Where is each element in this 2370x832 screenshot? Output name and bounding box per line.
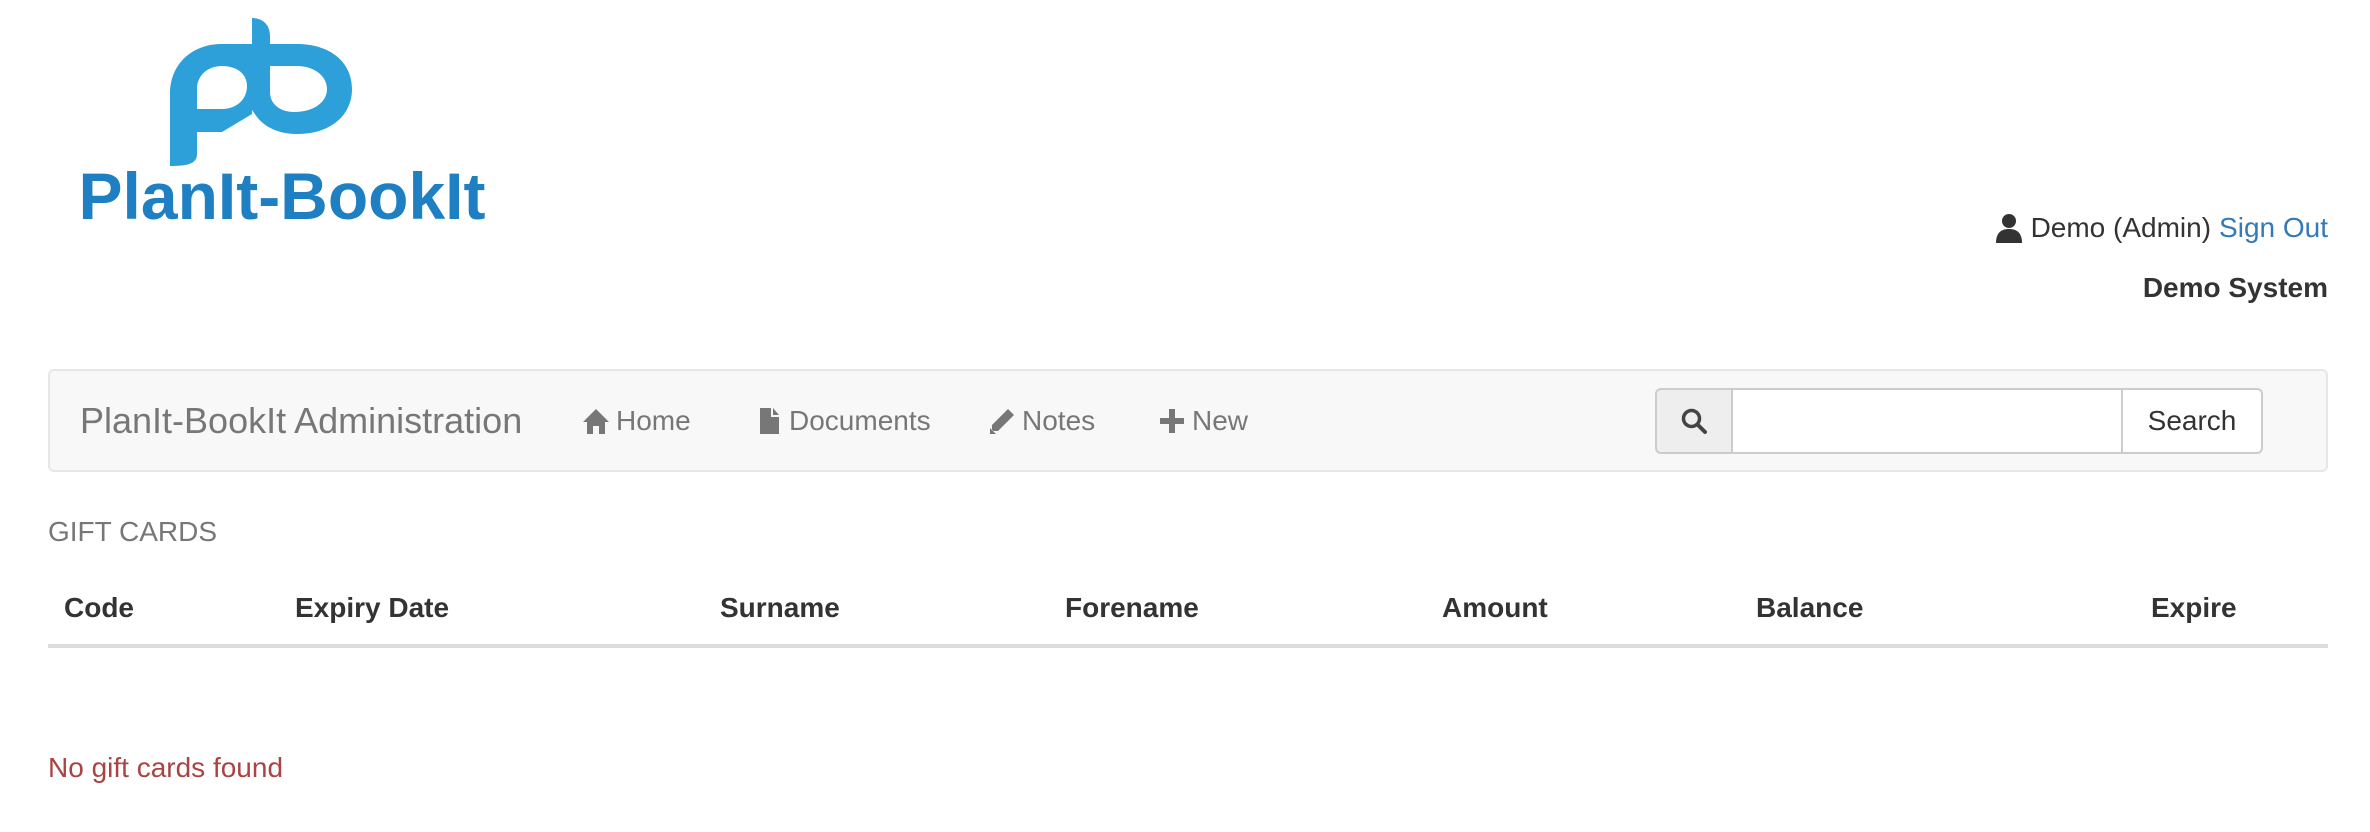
nav-item-new[interactable]: New [1158, 371, 1248, 470]
table-header-row: Code Expiry Date Surname Forename Amount… [48, 580, 2328, 648]
logo-graphic: PlanIt-BookIt [79, 18, 486, 233]
logo-mark-icon [170, 18, 352, 166]
user-name: Demo (Admin) [2030, 212, 2212, 243]
navbar: PlanIt-BookIt Administration Home Docume… [48, 369, 2328, 472]
empty-state-message: No gift cards found [48, 752, 284, 783]
search-form: Search [1655, 388, 2263, 454]
gift-cards-table: Code Expiry Date Surname Forename Amount… [48, 580, 2328, 648]
nav-item-label: Documents [789, 404, 931, 436]
search-input[interactable] [1731, 388, 2123, 454]
planit-bookit-logo[interactable]: PlanIt-BookIt [52, 14, 512, 233]
column-header-balance[interactable]: Balance [1756, 580, 1863, 636]
nav-item-documents[interactable]: Documents [755, 371, 931, 470]
document-icon [760, 407, 779, 434]
search-button[interactable]: Search [2123, 388, 2263, 454]
user-info: Demo (Admin) Sign Out [1995, 208, 2328, 248]
column-header-expiry-date[interactable]: Expiry Date [295, 580, 449, 636]
search-addon [1655, 388, 1731, 454]
column-header-expire[interactable]: Expire [2151, 580, 2237, 636]
search-icon [1681, 408, 1707, 434]
plus-icon [1160, 408, 1184, 433]
column-header-forename[interactable]: Forename [1065, 580, 1199, 636]
nav-item-home[interactable]: Home [582, 371, 691, 470]
user-icon [1995, 213, 2023, 243]
navbar-brand[interactable]: PlanIt-BookIt Administration [80, 371, 522, 470]
nav-item-label: Notes [1022, 404, 1096, 436]
nav-item-label: New [1192, 404, 1249, 436]
nav-item-label: Home [616, 404, 691, 436]
logo-wordmark: PlanIt-BookIt [79, 159, 486, 226]
system-name: Demo System [2142, 272, 2328, 303]
pencil-icon [990, 408, 1014, 434]
column-header-surname[interactable]: Surname [720, 580, 840, 636]
column-header-amount[interactable]: Amount [1442, 580, 1548, 636]
column-header-code[interactable]: Code [64, 580, 134, 636]
nav-item-notes[interactable]: Notes [988, 371, 1095, 470]
home-icon [583, 408, 609, 434]
sign-out-link[interactable]: Sign Out [2219, 208, 2328, 248]
section-title: GIFT CARDS [48, 516, 218, 547]
